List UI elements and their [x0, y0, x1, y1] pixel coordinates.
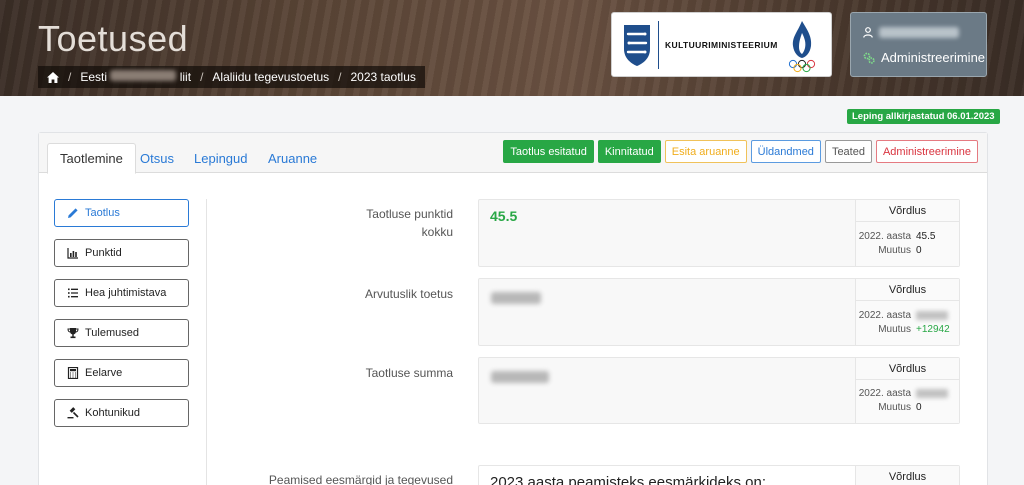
estimated-support-card: Võrdlus 2022. aasta Muutus +12942	[478, 278, 960, 346]
page-title: Toetused	[38, 18, 189, 59]
submitted-button[interactable]: Taotlus esitatud	[503, 140, 594, 163]
main-goals-label: Peamised eesmärgid ja tegevused	[269, 471, 453, 485]
comparison-year-label: 2022. aasta	[858, 388, 911, 399]
comparison-title: Võrdlus	[856, 466, 959, 485]
redacted-user-name	[879, 27, 959, 38]
trophy-icon	[67, 328, 79, 339]
bar-chart-icon	[67, 248, 78, 259]
sidebar-item-label: Hea juhtimistava	[85, 287, 167, 299]
tab-lepingud[interactable]: Lepingud	[182, 143, 260, 173]
redacted-value	[491, 371, 549, 383]
comparison-change-label: Muutus	[878, 245, 911, 256]
sidebar-item-punktid[interactable]: Punktid	[54, 239, 189, 267]
contract-status-badge: Leping allkirjastatud 06.01.2023	[847, 109, 1000, 124]
sidebar-item-taotlus[interactable]: Taotlus	[54, 199, 189, 227]
pencil-icon	[68, 208, 78, 218]
total-points-label: Taotluse punktid kokku	[366, 205, 453, 241]
submit-report-button[interactable]: Esita aruanne	[664, 140, 747, 163]
comparison-change-value: 0	[916, 245, 922, 256]
ministry-logo[interactable]: KULTUURIMINISTEERIUM	[611, 12, 832, 77]
main-panel: Taotlemine Otsus Lepingud Aruanne Taotlu…	[38, 132, 988, 485]
ministry-name: KULTUURIMINISTEERIUM	[665, 40, 778, 50]
comparison-box: Võrdlus 2022. aasta Muutus +12942	[855, 279, 959, 345]
estonia-coat-of-arms-icon	[624, 25, 650, 66]
row-label-line: Peamised eesmärgid ja tegevused	[268, 473, 453, 485]
confirmed-button[interactable]: Kinnitatud	[597, 140, 661, 163]
comparison-year-label: 2022. aasta	[858, 231, 911, 242]
application-sum-label: Taotluse summa	[366, 364, 453, 382]
row-label-line: kokku	[421, 225, 453, 239]
list-icon	[68, 288, 78, 298]
comparison-title: Võrdlus	[856, 358, 959, 380]
cogs-icon	[863, 52, 875, 64]
breadcrumb-separator: /	[338, 70, 342, 84]
breadcrumb-current: 2023 taotlus	[350, 70, 416, 84]
tab-aruanne[interactable]: Aruanne	[256, 143, 329, 173]
administration-label: Administreerimine	[881, 50, 986, 65]
tab-taotlemine[interactable]: Taotlemine	[47, 143, 136, 174]
general-data-button[interactable]: Üldandmed	[750, 140, 821, 163]
sidebar-item-hea-juhtimistava[interactable]: Hea juhtimistava	[54, 279, 189, 307]
user-name-row[interactable]	[863, 27, 959, 38]
comparison-change-label: Muutus	[878, 402, 911, 413]
breadcrumb-org[interactable]: Eesti liit	[80, 70, 191, 84]
sidebar-item-label: Taotlus	[85, 207, 120, 219]
home-icon[interactable]	[47, 71, 59, 83]
notifications-button[interactable]: Teated	[824, 140, 872, 163]
status-actions: Taotlus esitatud Kinnitatud Esita aruann…	[503, 140, 978, 163]
estimated-support-label: Arvutuslik toetus	[365, 285, 453, 303]
application-sum-card: Võrdlus 2022. aasta Muutus 0	[478, 357, 960, 424]
tab-bar: Taotlemine Otsus Lepingud Aruanne Taotlu…	[39, 133, 987, 174]
row-label-line: Taotluse summa	[365, 366, 453, 380]
comparison-box: Võrdlus 2022. aasta Muutus 0	[855, 358, 959, 423]
redacted-value	[916, 311, 948, 320]
user-menu[interactable]: Administreerimine	[850, 12, 987, 77]
main-goals-card: 2023 aasta peamisteks eesmärkideks on: V…	[478, 465, 960, 485]
comparison-box: Võrdlus 2022. aasta 45.5 Muutus 0	[855, 200, 959, 266]
sidebar-item-label: Tulemused	[85, 327, 140, 339]
breadcrumb: / Eesti liit / Alaliidu tegevustoetus / …	[38, 66, 425, 88]
redacted-value	[916, 389, 948, 398]
breadcrumb-separator: /	[200, 70, 204, 84]
redacted-value	[491, 292, 541, 304]
comparison-title: Võrdlus	[856, 200, 959, 222]
main-goals-text: 2023 aasta peamisteks eesmärkideks on:	[490, 474, 766, 485]
sidebar-item-tulemused[interactable]: Tulemused	[54, 319, 189, 347]
row-label-line: Arvutuslik toetus	[364, 287, 453, 301]
total-points-card: 45.5 Võrdlus 2022. aasta 45.5 Muutus 0	[478, 199, 960, 267]
breadcrumb-org-prefix: Eesti	[80, 70, 108, 84]
sidebar-item-label: Eelarve	[85, 367, 123, 379]
comparison-change-value: 0	[916, 402, 922, 413]
breadcrumb-separator: /	[68, 70, 72, 84]
olympic-committee-logo-icon	[788, 21, 816, 73]
breadcrumb-item[interactable]: Alaliidu tegevustoetus	[212, 70, 329, 84]
administration-link[interactable]: Administreerimine	[863, 50, 985, 65]
comparison-year-value: 45.5	[916, 231, 936, 242]
sidebar-divider	[206, 199, 207, 485]
redacted-text	[110, 70, 177, 81]
sidebar-item-eelarve[interactable]: Eelarve	[54, 359, 189, 387]
comparison-change-label: Muutus	[878, 324, 911, 335]
row-label-line: Taotluse punktid	[366, 207, 453, 221]
gavel-icon	[67, 407, 79, 419]
page-header: Toetused / Eesti liit / Alaliidu tegevus…	[0, 0, 1024, 96]
total-points-value: 45.5	[490, 208, 518, 224]
calculator-icon	[67, 367, 79, 379]
user-icon	[863, 27, 873, 38]
breadcrumb-org-suffix: liit	[179, 70, 192, 84]
sidebar-item-label: Kohtunikud	[85, 407, 141, 419]
sidebar-item-kohtunikud[interactable]: Kohtunikud	[54, 399, 189, 427]
comparison-change-value: +12942	[916, 324, 950, 335]
sidebar-item-label: Punktid	[85, 247, 122, 259]
logo-divider	[658, 21, 659, 69]
comparison-box: Võrdlus	[855, 466, 959, 485]
tab-otsus[interactable]: Otsus	[128, 143, 186, 173]
comparison-title: Võrdlus	[856, 279, 959, 301]
administration-button[interactable]: Administreerimine	[875, 140, 978, 163]
comparison-year-label: 2022. aasta	[858, 310, 911, 321]
